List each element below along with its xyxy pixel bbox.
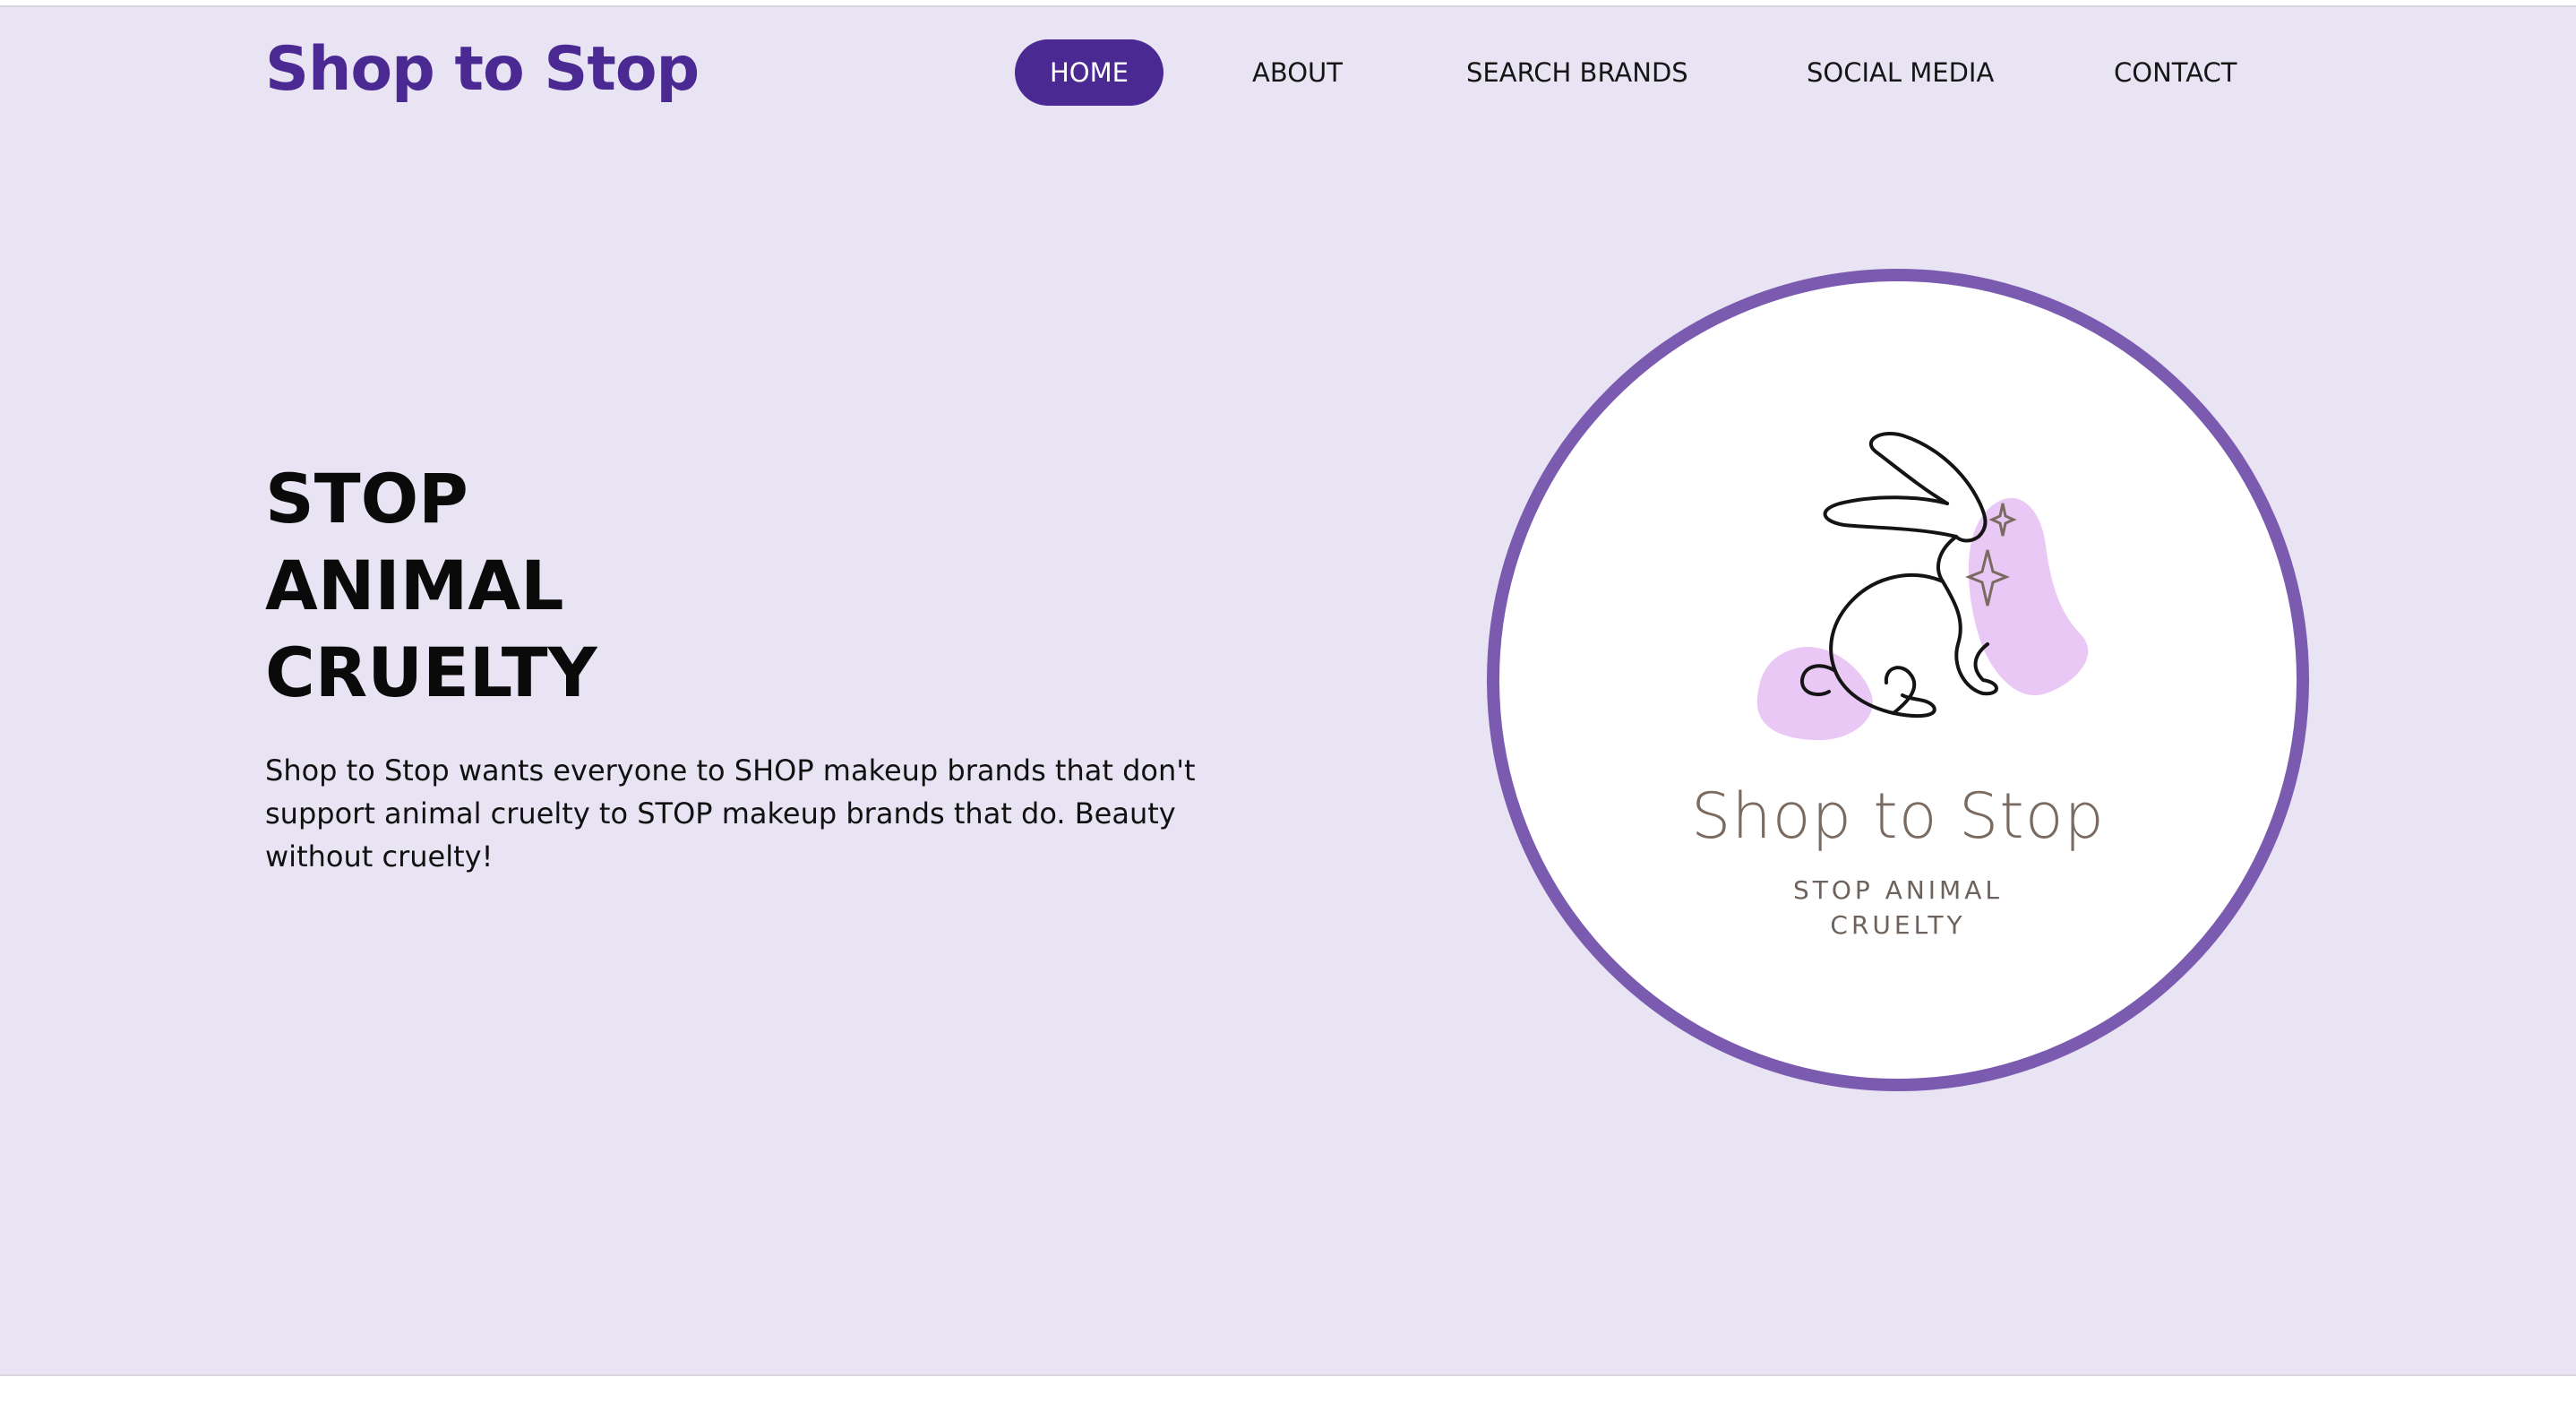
page-bottom-divider	[0, 1374, 2576, 1376]
nav-about[interactable]: ABOUT	[1252, 39, 1343, 106]
rabbit-icon	[1756, 432, 2089, 741]
logo-tagline-line: STOP ANIMAL	[1793, 875, 2003, 905]
main-nav: HOME ABOUT SEARCH BRANDS SOCIAL MEDIA CO…	[0, 39, 2576, 111]
nav-search-brands[interactable]: SEARCH BRANDS	[1466, 39, 1688, 106]
nav-contact[interactable]: CONTACT	[2114, 39, 2237, 106]
hero-title-line: CRUELTY	[265, 633, 597, 712]
logo-circle: Shop to Stop STOP ANIMAL CRUELTY	[1487, 269, 2309, 1091]
nav-social-media[interactable]: SOCIAL MEDIA	[1807, 39, 1994, 106]
logo-name: Shop to Stop	[1691, 779, 2105, 853]
hero-title: STOP ANIMAL CRUELTY	[265, 455, 597, 716]
logo-tagline: STOP ANIMAL CRUELTY	[1499, 873, 2297, 943]
logo-tagline-line: CRUELTY	[1830, 910, 1966, 940]
hero-title-line: STOP	[265, 459, 468, 538]
hero-description: Shop to Stop wants everyone to SHOP make…	[265, 753, 1196, 874]
hero-title-line: ANIMAL	[265, 546, 564, 625]
nav-home[interactable]: HOME	[1015, 39, 1163, 106]
